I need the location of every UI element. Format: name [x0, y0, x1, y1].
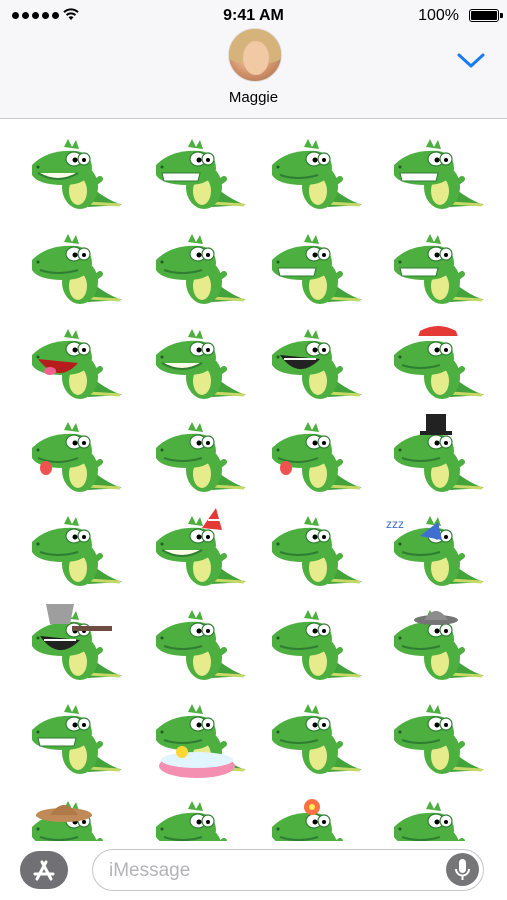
microphone-button[interactable] [446, 853, 479, 886]
message-input[interactable]: iMessage [92, 849, 484, 891]
crocodile-icon [394, 610, 484, 680]
crocodile-sticker-29[interactable] [18, 791, 128, 841]
crocodile-sticker-25[interactable] [18, 694, 128, 782]
crocodile-icon [272, 799, 343, 841]
crocodile-sticker-19[interactable] [258, 506, 368, 594]
crocodile-icon [32, 704, 122, 774]
crocodile-sticker-27[interactable] [258, 694, 368, 782]
crocodile-sticker-6[interactable] [142, 224, 252, 312]
crocodile-icon [156, 139, 246, 209]
crocodile-sticker-9[interactable] [18, 319, 128, 407]
crocodile-sticker-14[interactable] [142, 412, 252, 500]
crocodile-sticker-26[interactable] [142, 694, 252, 782]
app-store-icon [33, 860, 55, 881]
svg-text:zzz: zzz [386, 517, 404, 531]
crocodile-icon [32, 329, 122, 399]
message-placeholder: iMessage [109, 860, 191, 881]
crocodile-sticker-7[interactable] [258, 224, 368, 312]
avatar[interactable] [228, 28, 282, 82]
crocodile-icon [32, 604, 122, 680]
crocodile-icon [272, 422, 362, 492]
chevron-down-icon[interactable] [456, 50, 486, 70]
conversation-header: Maggie [0, 28, 507, 119]
crocodile-sticker-3[interactable] [258, 129, 368, 217]
crocodile-icon [156, 234, 246, 304]
crocodile-icon [272, 329, 362, 399]
crocodile-sticker-8[interactable] [380, 224, 490, 312]
input-bar: iMessage [0, 841, 507, 900]
crocodile-icon [394, 704, 484, 774]
crocodile-sticker-32[interactable] [380, 791, 490, 841]
battery-percent: 100% [418, 7, 459, 24]
crocodile-icon [272, 516, 362, 586]
battery-icon [469, 9, 503, 22]
crocodile-sticker-10[interactable] [142, 319, 252, 407]
crocodile-icon [394, 139, 484, 209]
crocodile-sticker-2[interactable] [142, 129, 252, 217]
crocodile-sticker-22[interactable] [142, 600, 252, 688]
crocodile-sticker-13[interactable] [18, 412, 128, 500]
crocodile-sticker-23[interactable] [258, 600, 368, 688]
crocodile-sticker-24[interactable] [380, 600, 490, 688]
crocodile-icon [32, 234, 122, 304]
contact-name[interactable]: Maggie [0, 89, 507, 106]
crocodile-sticker-16[interactable] [380, 412, 490, 500]
crocodile-icon [394, 326, 484, 399]
crocodile-sticker-31[interactable] [258, 791, 368, 841]
sticker-grid: zzz [0, 119, 507, 841]
crocodile-icon [32, 422, 122, 492]
crocodile-icon [156, 422, 246, 492]
crocodile-icon [156, 329, 246, 399]
crocodile-sticker-15[interactable] [258, 412, 368, 500]
crocodile-sticker-17[interactable] [18, 506, 128, 594]
crocodile-icon [394, 234, 484, 304]
crocodile-sticker-18[interactable] [142, 506, 252, 594]
crocodile-icon [32, 801, 103, 841]
crocodile-icon [394, 801, 465, 841]
crocodile-icon [156, 610, 246, 680]
crocodile-sticker-1[interactable] [18, 129, 128, 217]
crocodile-icon [32, 139, 122, 209]
microphone-icon [455, 859, 470, 880]
crocodile-icon [272, 704, 362, 774]
crocodile-icon [272, 139, 362, 209]
crocodile-sticker-11[interactable] [258, 319, 368, 407]
crocodile-icon [32, 516, 122, 586]
crocodile-sticker-12[interactable] [380, 319, 490, 407]
crocodile-sticker-30[interactable] [142, 791, 252, 841]
crocodile-icon [156, 704, 246, 778]
crocodile-sticker-20[interactable]: zzz [380, 506, 490, 594]
crocodile-icon [156, 508, 246, 586]
crocodile-icon: zzz [386, 516, 484, 586]
crocodile-icon [156, 801, 227, 841]
crocodile-sticker-28[interactable] [380, 694, 490, 782]
crocodile-sticker-5[interactable] [18, 224, 128, 312]
crocodile-sticker-21[interactable] [18, 600, 128, 688]
crocodile-icon [272, 234, 362, 304]
crocodile-icon [394, 414, 484, 492]
crocodile-sticker-4[interactable] [380, 129, 490, 217]
crocodile-icon [272, 610, 362, 680]
app-store-button[interactable] [20, 851, 68, 889]
